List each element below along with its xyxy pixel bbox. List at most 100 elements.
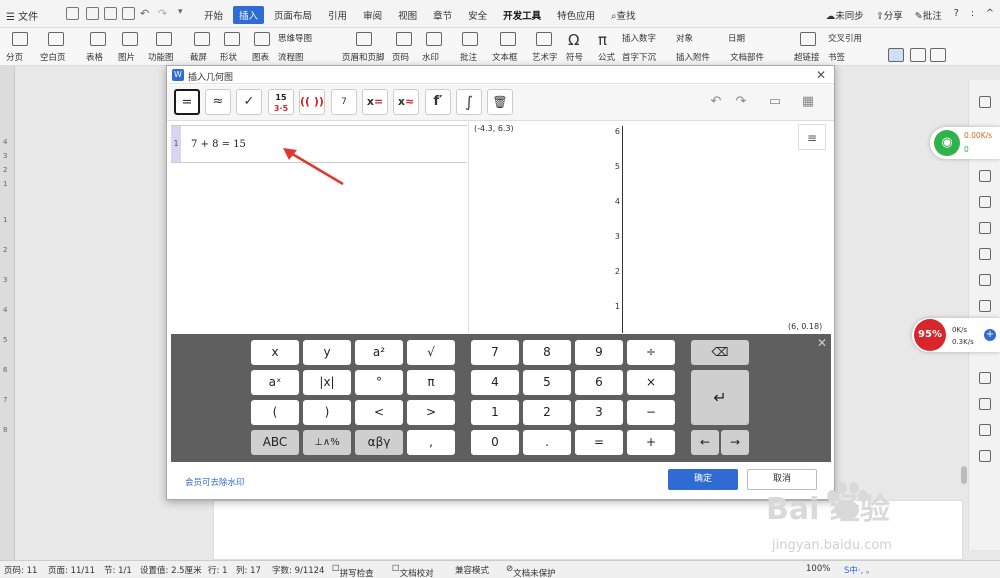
tab-features[interactable]: 特色应用	[551, 6, 601, 24]
more-options-icon[interactable]: :	[971, 8, 974, 22]
key-x[interactable]: x	[251, 340, 299, 365]
ribbon-wordart[interactable]: 艺术字	[532, 51, 558, 63]
ribbon-mindmap[interactable]: 思维导图	[278, 32, 312, 44]
status-page[interactable]: 页面: 11/11	[48, 564, 95, 576]
tab-insert[interactable]: 插入	[233, 6, 265, 24]
ribbon-textbox[interactable]: 文本框	[492, 51, 518, 63]
collapse-icon[interactable]: ^	[986, 8, 994, 22]
sidebar-icon-5[interactable]	[979, 248, 991, 260]
backspace-key[interactable]: ⌫	[691, 340, 749, 365]
key-multiply[interactable]: ×	[627, 370, 675, 395]
ribbon-chart[interactable]: 图表	[252, 51, 269, 63]
ribbon-object[interactable]: 对象	[676, 32, 693, 44]
ribbon-blank-page[interactable]: 空白页	[40, 51, 66, 63]
key-8[interactable]: 8	[523, 340, 571, 365]
sidebar-icon-11[interactable]	[979, 450, 991, 462]
ribbon-header-footer[interactable]: 页眉和页脚	[342, 51, 385, 63]
search-button[interactable]: ⌕查找	[605, 6, 641, 24]
share-button[interactable]: ⇪分享	[876, 8, 903, 22]
key-y[interactable]: y	[303, 340, 351, 365]
enter-key[interactable]: ↵	[691, 370, 749, 425]
tab-home[interactable]: 开始	[198, 6, 229, 24]
undo-icon[interactable]: ↶	[708, 94, 724, 110]
layout-view-icon[interactable]	[888, 48, 904, 62]
redo-icon[interactable]: ↷	[733, 94, 749, 110]
ribbon-picture[interactable]: 图片	[118, 51, 135, 63]
speed-widget[interactable]: 95% 0K/s 0.3K/s +	[912, 318, 1000, 352]
network-widget[interactable]: ◉ 0.00K/s 0	[930, 127, 1000, 159]
ribbon-insert-number[interactable]: 插入数字	[622, 32, 656, 44]
ribbon-function-chart[interactable]: 功能图	[148, 51, 174, 63]
sidebar-icon-1[interactable]	[979, 96, 991, 108]
key-pi[interactable]: π	[407, 370, 455, 395]
ribbon-page-number[interactable]: 页码	[392, 51, 409, 63]
sidebar-icon-9[interactable]	[979, 398, 991, 410]
tab-reference[interactable]: 引用	[322, 6, 353, 24]
paren-tool[interactable]: (( ))	[299, 89, 325, 115]
layout-view-icon-2[interactable]	[910, 48, 926, 62]
ribbon-bookmark[interactable]: 书签	[828, 51, 845, 63]
key-5[interactable]: 5	[523, 370, 571, 395]
layout-view-icon-3[interactable]	[930, 48, 946, 62]
tab-view[interactable]: 视图	[392, 6, 423, 24]
point-tool[interactable]: 7	[331, 89, 357, 115]
key-less-than[interactable]: <	[355, 400, 403, 425]
screenshot-icon[interactable]	[194, 32, 210, 46]
file-menu[interactable]: ☰ 文件	[6, 8, 38, 23]
zoom-level[interactable]: 100%	[806, 564, 830, 574]
check-tool[interactable]: ✓	[236, 89, 262, 115]
ribbon-comment[interactable]: 批注	[460, 51, 477, 63]
right-arrow-key[interactable]: →	[721, 430, 749, 455]
key-degree[interactable]: °	[355, 370, 403, 395]
key-decimal[interactable]: .	[523, 430, 571, 455]
undo-icon[interactable]: ↶	[140, 7, 149, 20]
sidebar-icon-2[interactable]	[979, 170, 991, 182]
function-chart-icon[interactable]	[156, 32, 172, 46]
x-approx-tool[interactable]: x≈	[393, 89, 419, 115]
save-icon[interactable]	[66, 7, 79, 20]
formula-icon[interactable]: π	[598, 31, 607, 49]
tab-chapter[interactable]: 章节	[427, 6, 458, 24]
sidebar-icon-7[interactable]	[979, 300, 991, 312]
key-6[interactable]: 6	[575, 370, 623, 395]
ribbon-insert-attachment[interactable]: 插入附件	[676, 51, 710, 63]
ribbon-formula[interactable]: 公式	[598, 51, 615, 63]
ribbon-watermark[interactable]: 水印	[422, 51, 439, 63]
key-equals[interactable]: =	[575, 430, 623, 455]
ribbon-date[interactable]: 日期	[728, 32, 745, 44]
redo-icon[interactable]: ↷	[158, 7, 167, 20]
header-footer-icon[interactable]	[356, 32, 372, 46]
delete-tool[interactable]: 🗑	[487, 89, 513, 115]
hyperlink-icon[interactable]	[800, 32, 816, 46]
blank-page-icon[interactable]	[48, 32, 64, 46]
sidebar-icon-10[interactable]	[979, 424, 991, 436]
fraction-tool[interactable]: 15 3·5	[268, 89, 294, 115]
wordart-icon[interactable]	[536, 32, 552, 46]
derivative-tool[interactable]: f′	[425, 89, 451, 115]
key-plus[interactable]: +	[627, 430, 675, 455]
key-close-paren[interactable]: )	[303, 400, 351, 425]
key-a-squared[interactable]: a²	[355, 340, 403, 365]
comment-icon[interactable]	[462, 32, 478, 46]
ribbon-shape[interactable]: 形状	[220, 51, 237, 63]
sidebar-icon-3[interactable]	[979, 196, 991, 208]
ribbon-cross-ref[interactable]: 交叉引用	[828, 32, 862, 44]
key-greek[interactable]: αβγ	[355, 430, 403, 455]
integral-tool[interactable]: ∫	[456, 89, 482, 115]
ribbon-flowchart[interactable]: 流程图	[278, 51, 304, 63]
ribbon-screenshot[interactable]: 截屏	[190, 51, 207, 63]
print-icon[interactable]	[104, 7, 117, 20]
approx-tool[interactable]: ≈	[205, 89, 231, 115]
graphics-view[interactable]: (-4.3, 6.3) (6, 0.18) 6 5 4 3 2 1 ≡	[470, 122, 831, 333]
key-1[interactable]: 1	[471, 400, 519, 425]
print-preview-icon[interactable]	[86, 7, 99, 20]
grid-layout-icon[interactable]: ▦	[800, 94, 816, 110]
help-icon[interactable]: ?	[954, 8, 959, 22]
picture-icon[interactable]	[122, 32, 138, 46]
key-4[interactable]: 4	[471, 370, 519, 395]
sidebar-icon-4[interactable]	[979, 222, 991, 234]
ribbon-table[interactable]: 表格	[86, 51, 103, 63]
symbol-icon[interactable]: Ω	[568, 31, 579, 49]
key-open-paren[interactable]: (	[251, 400, 299, 425]
x-equals-tool[interactable]: x=	[362, 89, 388, 115]
